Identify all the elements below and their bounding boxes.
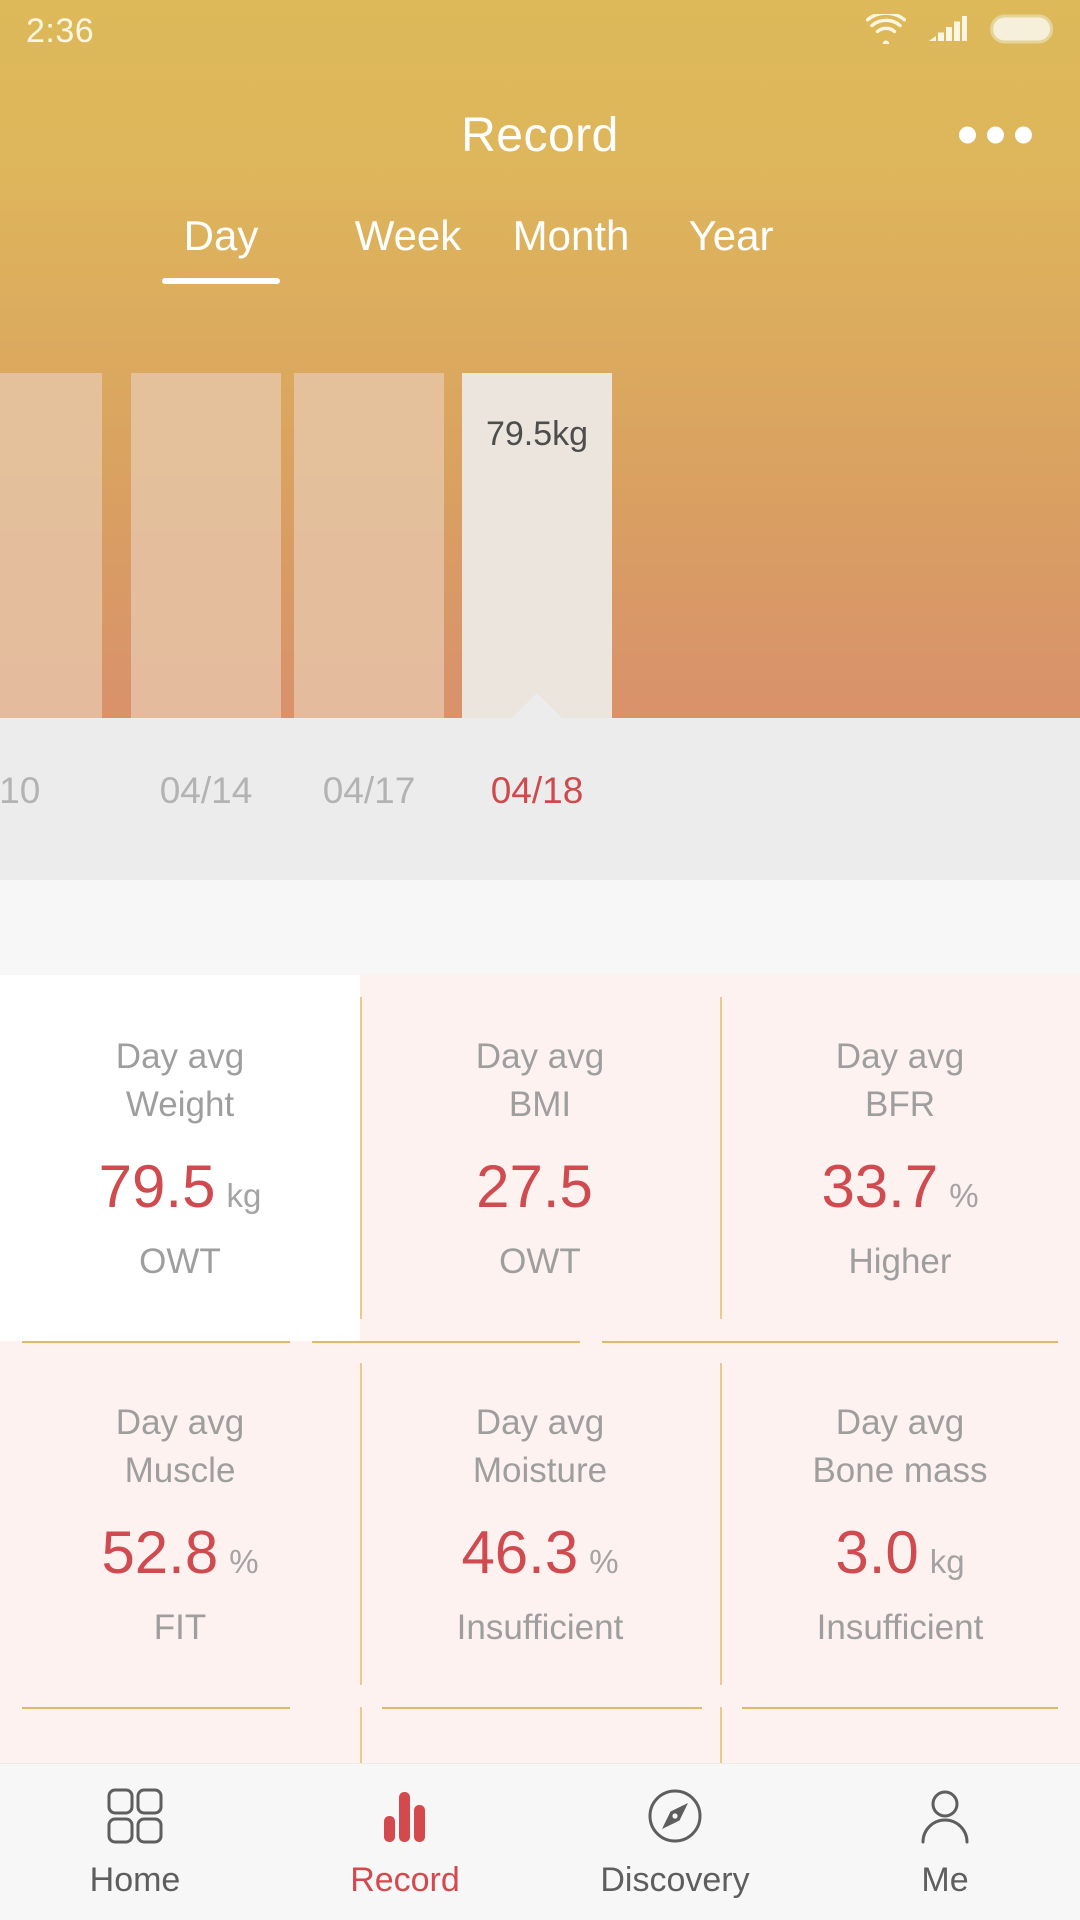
stat-value: 27.5	[476, 1153, 593, 1220]
stats-grid: Day avg Weight 79.5 kg OWT Day avg BMI 2…	[0, 975, 1080, 1763]
stat-card-partial[interactable]	[0, 1707, 360, 1763]
chart-x-axis: 04/10 04/14 04/17 04/18	[0, 718, 1080, 880]
stat-card-bone-mass[interactable]: Day avg Bone mass 3.0 kg Insufficient	[720, 1341, 1080, 1707]
stat-caption: Day avg	[475, 1037, 605, 1076]
stat-value: 52.8	[101, 1519, 219, 1586]
tab-month[interactable]: Month	[496, 212, 646, 284]
chart-hero: 2:36 Record Day Week Month Year 79.5kg 1…	[0, 0, 1080, 880]
page-title: Record	[461, 108, 619, 162]
status-time: 2:36	[26, 11, 95, 50]
stat-unit: %	[589, 1543, 619, 1580]
nav-label-record: Record	[350, 1860, 460, 1899]
stats-row: Day avg Weight 79.5 kg OWT Day avg BMI 2…	[0, 975, 1080, 1341]
tab-day-label: Day	[183, 212, 259, 259]
title-bar: Record	[0, 85, 1080, 185]
chart-bar[interactable]	[294, 373, 444, 718]
cell-divider	[360, 1363, 362, 1685]
stat-value-row: 33.7 %	[821, 1156, 978, 1218]
axis-tick: 04/14	[159, 770, 253, 811]
stat-card-muscle[interactable]: Day avg Muscle 52.8 % FIT	[0, 1341, 360, 1707]
stat-value-row: 3.0 kg	[835, 1522, 964, 1584]
tab-day[interactable]: Day	[162, 212, 280, 284]
stat-metric-name: BFR	[865, 1085, 935, 1124]
chart-bar[interactable]	[0, 373, 102, 718]
stat-metric-name: Bone mass	[812, 1451, 988, 1490]
tab-week[interactable]: Week	[350, 212, 466, 284]
chart-bar-value-label: 79.5kg	[485, 415, 589, 453]
status-bar: 2:36	[0, 0, 1080, 62]
nav-label-me: Me	[921, 1860, 969, 1899]
stat-metric-name: Muscle	[124, 1451, 236, 1490]
compass-icon	[644, 1785, 706, 1847]
tab-month-label: Month	[512, 212, 630, 259]
stat-value-row: 27.5	[476, 1156, 604, 1218]
tab-week-label: Week	[354, 212, 462, 259]
stat-status: Insufficient	[816, 1608, 984, 1647]
stat-caption: Day avg	[835, 1037, 965, 1076]
stat-value: 33.7	[821, 1153, 939, 1220]
weight-bar-chart[interactable]: 79.5kg	[0, 373, 1080, 719]
stat-value-row: 79.5 kg	[99, 1156, 262, 1218]
stat-metric-name: BMI	[508, 1085, 572, 1124]
tab-active-underline	[162, 278, 280, 284]
stat-value-row: 46.3 %	[461, 1522, 618, 1584]
stat-status: OWT	[499, 1242, 581, 1281]
stat-value: 46.3	[461, 1519, 579, 1586]
cell-divider	[720, 997, 722, 1319]
stat-caption: Day avg	[835, 1403, 965, 1442]
nav-item-home[interactable]: Home	[0, 1764, 270, 1920]
signal-icon	[928, 14, 968, 49]
wifi-icon	[865, 11, 907, 49]
stat-card-bmi[interactable]: Day avg BMI 27.5 OWT	[360, 975, 720, 1341]
nav-label-discovery: Discovery	[600, 1860, 750, 1899]
axis-tick-selected: 04/18	[490, 770, 584, 811]
axis-tick: 04/10	[0, 770, 41, 811]
stat-unit: %	[949, 1177, 979, 1214]
chart-bar-selected[interactable]: 79.5kg	[462, 373, 612, 719]
grid-icon	[104, 1785, 166, 1847]
nav-item-record[interactable]: Record	[270, 1764, 540, 1920]
bottom-navigation: Home Record Discovery Me	[0, 1763, 1080, 1920]
stat-status: Insufficient	[456, 1608, 624, 1647]
chart-selection-pointer	[511, 693, 563, 719]
chart-bar[interactable]	[131, 373, 281, 718]
app-root: 2:36 Record Day Week Month Year 79.5kg 1…	[0, 0, 1080, 1920]
bar-chart-icon	[374, 1785, 436, 1847]
stat-value: 79.5	[98, 1153, 216, 1220]
stat-card-moisture[interactable]: Day avg Moisture 46.3 % Insufficient	[360, 1341, 720, 1707]
stat-caption: Day avg	[475, 1403, 605, 1442]
stat-value: 3.0	[835, 1519, 919, 1586]
stat-card-bfr[interactable]: Day avg BFR 33.7 % Higher	[720, 975, 1080, 1341]
stat-card-partial[interactable]	[360, 1707, 720, 1763]
stat-status: FIT	[153, 1608, 207, 1647]
nav-label-home: Home	[89, 1860, 181, 1899]
stat-value-row: 52.8 %	[101, 1522, 258, 1584]
battery-icon	[990, 13, 1054, 50]
stat-status: OWT	[139, 1242, 221, 1281]
stat-unit: kg	[929, 1543, 965, 1580]
stats-row-partial	[0, 1707, 1080, 1763]
period-tabs: Day Week Month Year	[0, 212, 1080, 284]
tab-year[interactable]: Year	[676, 212, 786, 284]
stat-caption: Day avg	[115, 1037, 245, 1076]
stat-status: Higher	[848, 1242, 952, 1281]
axis-tick: 04/17	[322, 770, 416, 811]
stat-unit: kg	[226, 1177, 262, 1214]
stat-card-partial[interactable]	[720, 1707, 1080, 1763]
nav-item-discovery[interactable]: Discovery	[540, 1764, 810, 1920]
stat-metric-name: Moisture	[472, 1451, 608, 1490]
more-options-icon[interactable]	[947, 115, 1044, 156]
stats-row: Day avg Muscle 52.8 % FIT Day avg Moistu…	[0, 1341, 1080, 1707]
person-icon	[914, 1785, 976, 1847]
stat-metric-name: Weight	[125, 1085, 235, 1124]
stat-unit: %	[229, 1543, 259, 1580]
stat-caption: Day avg	[115, 1403, 245, 1442]
tab-year-label: Year	[688, 212, 774, 259]
cell-divider	[720, 1363, 722, 1685]
cell-divider	[360, 997, 362, 1319]
stat-card-weight[interactable]: Day avg Weight 79.5 kg OWT	[0, 975, 360, 1341]
status-icons	[865, 11, 1054, 50]
nav-item-me[interactable]: Me	[810, 1764, 1080, 1920]
